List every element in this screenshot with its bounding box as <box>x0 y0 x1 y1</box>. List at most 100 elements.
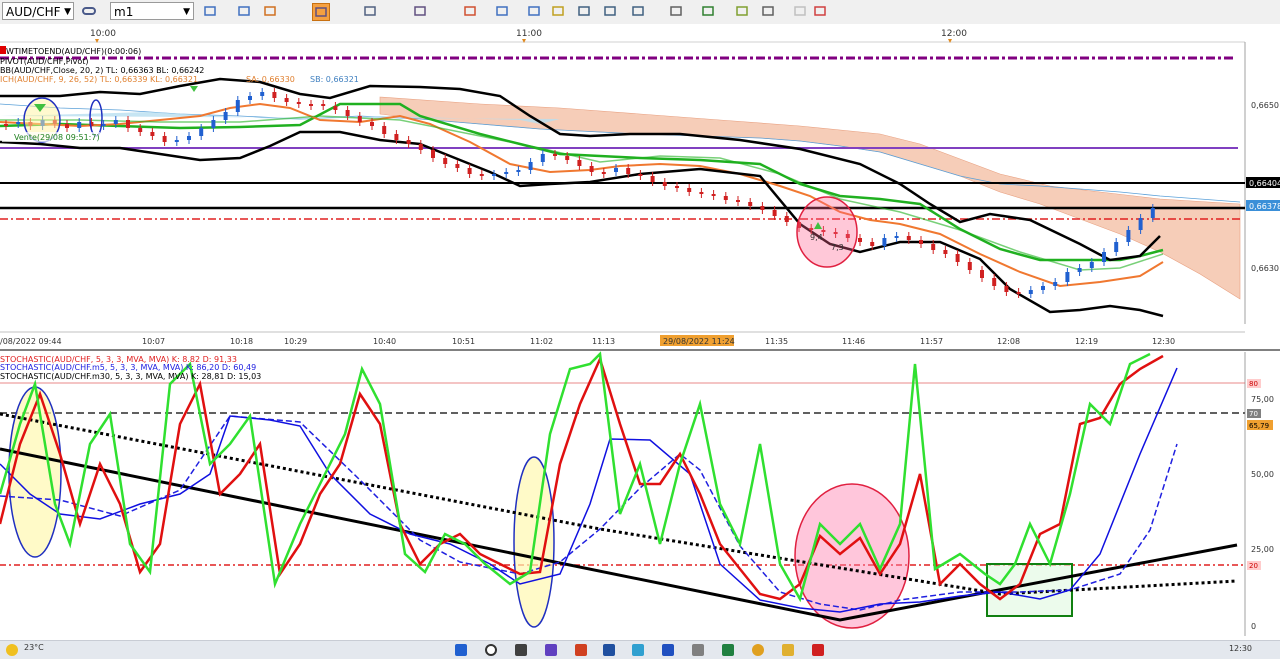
taskbar: 23°C 12:30 <box>0 640 1280 659</box>
price-tag-label: 0,66404 <box>1249 179 1280 188</box>
candle-body <box>699 192 704 194</box>
chart-type-icon[interactable] <box>202 3 220 21</box>
candle-body <box>1089 262 1094 268</box>
picture-icon[interactable] <box>576 3 594 21</box>
trend-icon[interactable] <box>602 3 620 21</box>
task-view-icon[interactable] <box>515 644 527 656</box>
app-icon[interactable] <box>692 644 704 656</box>
stoch-tag-label: 20 <box>1249 562 1258 570</box>
candle-body <box>357 116 362 122</box>
candle-body <box>626 168 631 174</box>
delete-icon[interactable] <box>812 3 830 21</box>
candle-body <box>931 244 936 250</box>
price-axis-label: 0,6650 <box>1251 101 1279 110</box>
shape-icon[interactable] <box>760 3 778 21</box>
candle-body <box>492 174 496 176</box>
time-axis-label: 10:40 <box>373 337 396 346</box>
candle-body <box>528 162 533 170</box>
weather-icon[interactable] <box>6 644 18 656</box>
time-axis-label: 10:07 <box>142 337 165 346</box>
candle-body <box>760 206 765 210</box>
candle-body <box>321 104 326 106</box>
stoch-axis-label: 0 <box>1251 622 1256 631</box>
indicators-icon[interactable] <box>262 3 280 21</box>
time-axis-label: 12:30 <box>1152 337 1175 346</box>
candle-body <box>126 120 130 128</box>
candle-body <box>711 194 716 196</box>
time-axis-label: 11:46 <box>842 337 865 346</box>
highlight-oval[interactable] <box>8 386 62 558</box>
candle-body <box>1126 230 1131 242</box>
cursor-icon[interactable] <box>312 3 330 21</box>
candle-body <box>248 96 252 100</box>
search-icon[interactable] <box>485 644 497 656</box>
candle-body <box>772 210 777 216</box>
time-axis-label: /08/2022 09:44 <box>0 337 62 346</box>
channel-icon[interactable] <box>630 3 648 21</box>
toolbar: AUD/CHF ▼ m1 ▼ <box>0 0 1280 25</box>
zoom-in-icon[interactable] <box>362 3 380 21</box>
candle-body <box>4 124 8 126</box>
timeframe-label: m1 <box>114 5 134 19</box>
chevron-down-icon: ▼ <box>64 7 71 17</box>
clock: 12:30 <box>1228 644 1252 653</box>
candle-body <box>662 182 667 186</box>
candle-body <box>467 168 472 174</box>
candle-body <box>443 158 448 164</box>
legend-line: SA: 0,66330 <box>246 75 295 84</box>
legend-line: PIVOT(AUD/CHF,Pivot) <box>0 57 89 66</box>
fib-icon[interactable] <box>462 3 480 21</box>
folder-icon[interactable] <box>782 644 794 656</box>
app-icon[interactable] <box>603 644 615 656</box>
chrome-icon[interactable] <box>752 644 764 656</box>
legend-line: ICH(AUD/CHF, 9, 26, 52) TL: 0,66339 KL: … <box>0 75 198 84</box>
excel-icon[interactable] <box>722 644 734 656</box>
candle-body <box>577 160 582 166</box>
pen-icon[interactable] <box>550 3 568 21</box>
zoom-fit-icon[interactable] <box>412 3 430 21</box>
brush-icon[interactable] <box>734 3 752 21</box>
candle-body <box>113 120 118 124</box>
candle-body <box>162 136 167 142</box>
ellipse-icon[interactable] <box>526 3 544 21</box>
eraser-icon[interactable] <box>792 3 810 21</box>
candle-body <box>309 104 313 106</box>
bar-chart-icon[interactable] <box>236 3 254 21</box>
signal-value: 7,3 <box>831 243 844 252</box>
lines-icon[interactable] <box>668 3 686 21</box>
candle-body <box>150 132 155 136</box>
candle-body <box>894 236 899 238</box>
time-axis-label: 12:19 <box>1075 337 1098 346</box>
pdf-icon[interactable] <box>812 644 824 656</box>
time-axis-label: 11:57 <box>920 337 943 346</box>
time-axis-label: 11:02 <box>530 337 553 346</box>
candle-body <box>138 128 143 132</box>
teams-icon[interactable] <box>545 644 557 656</box>
edge-icon[interactable] <box>632 644 644 656</box>
candle-body <box>992 278 997 286</box>
candle-body <box>187 136 191 140</box>
symbol-selector[interactable]: AUD/CHF ▼ <box>2 2 74 20</box>
stoch-tag-label: 80 <box>1249 380 1258 388</box>
candle-body <box>614 168 618 172</box>
start-icon[interactable] <box>455 644 467 656</box>
word-icon[interactable] <box>662 644 674 656</box>
time-axis-label: 11:13 <box>592 337 615 346</box>
chart-area[interactable]: 10:00 11:00 12:00 9,4 7,3 Vente(29/08 09… <box>0 24 1280 640</box>
chain-link-icon[interactable] <box>82 5 96 17</box>
candle-body <box>333 106 338 110</box>
candle-body <box>199 128 204 136</box>
legend-line: BB(AUD/CHF,Close, 20, 2) TL: 0,66363 BL:… <box>0 66 204 75</box>
candle-body <box>370 122 374 126</box>
candle-body <box>955 254 960 262</box>
top-time-label: 10:00 <box>90 29 116 39</box>
timeframe-selector[interactable]: m1 ▼ <box>110 2 194 20</box>
highlight-circle[interactable] <box>796 196 858 268</box>
candle-body <box>1150 208 1155 218</box>
candle-body <box>675 186 679 188</box>
stoch-axis-label: 25,00 <box>1251 545 1274 554</box>
text-icon[interactable] <box>494 3 512 21</box>
powerpoint-icon[interactable] <box>575 644 587 656</box>
arrow-line-icon[interactable] <box>700 3 718 21</box>
stoch-axis-label: 50,00 <box>1251 470 1274 479</box>
